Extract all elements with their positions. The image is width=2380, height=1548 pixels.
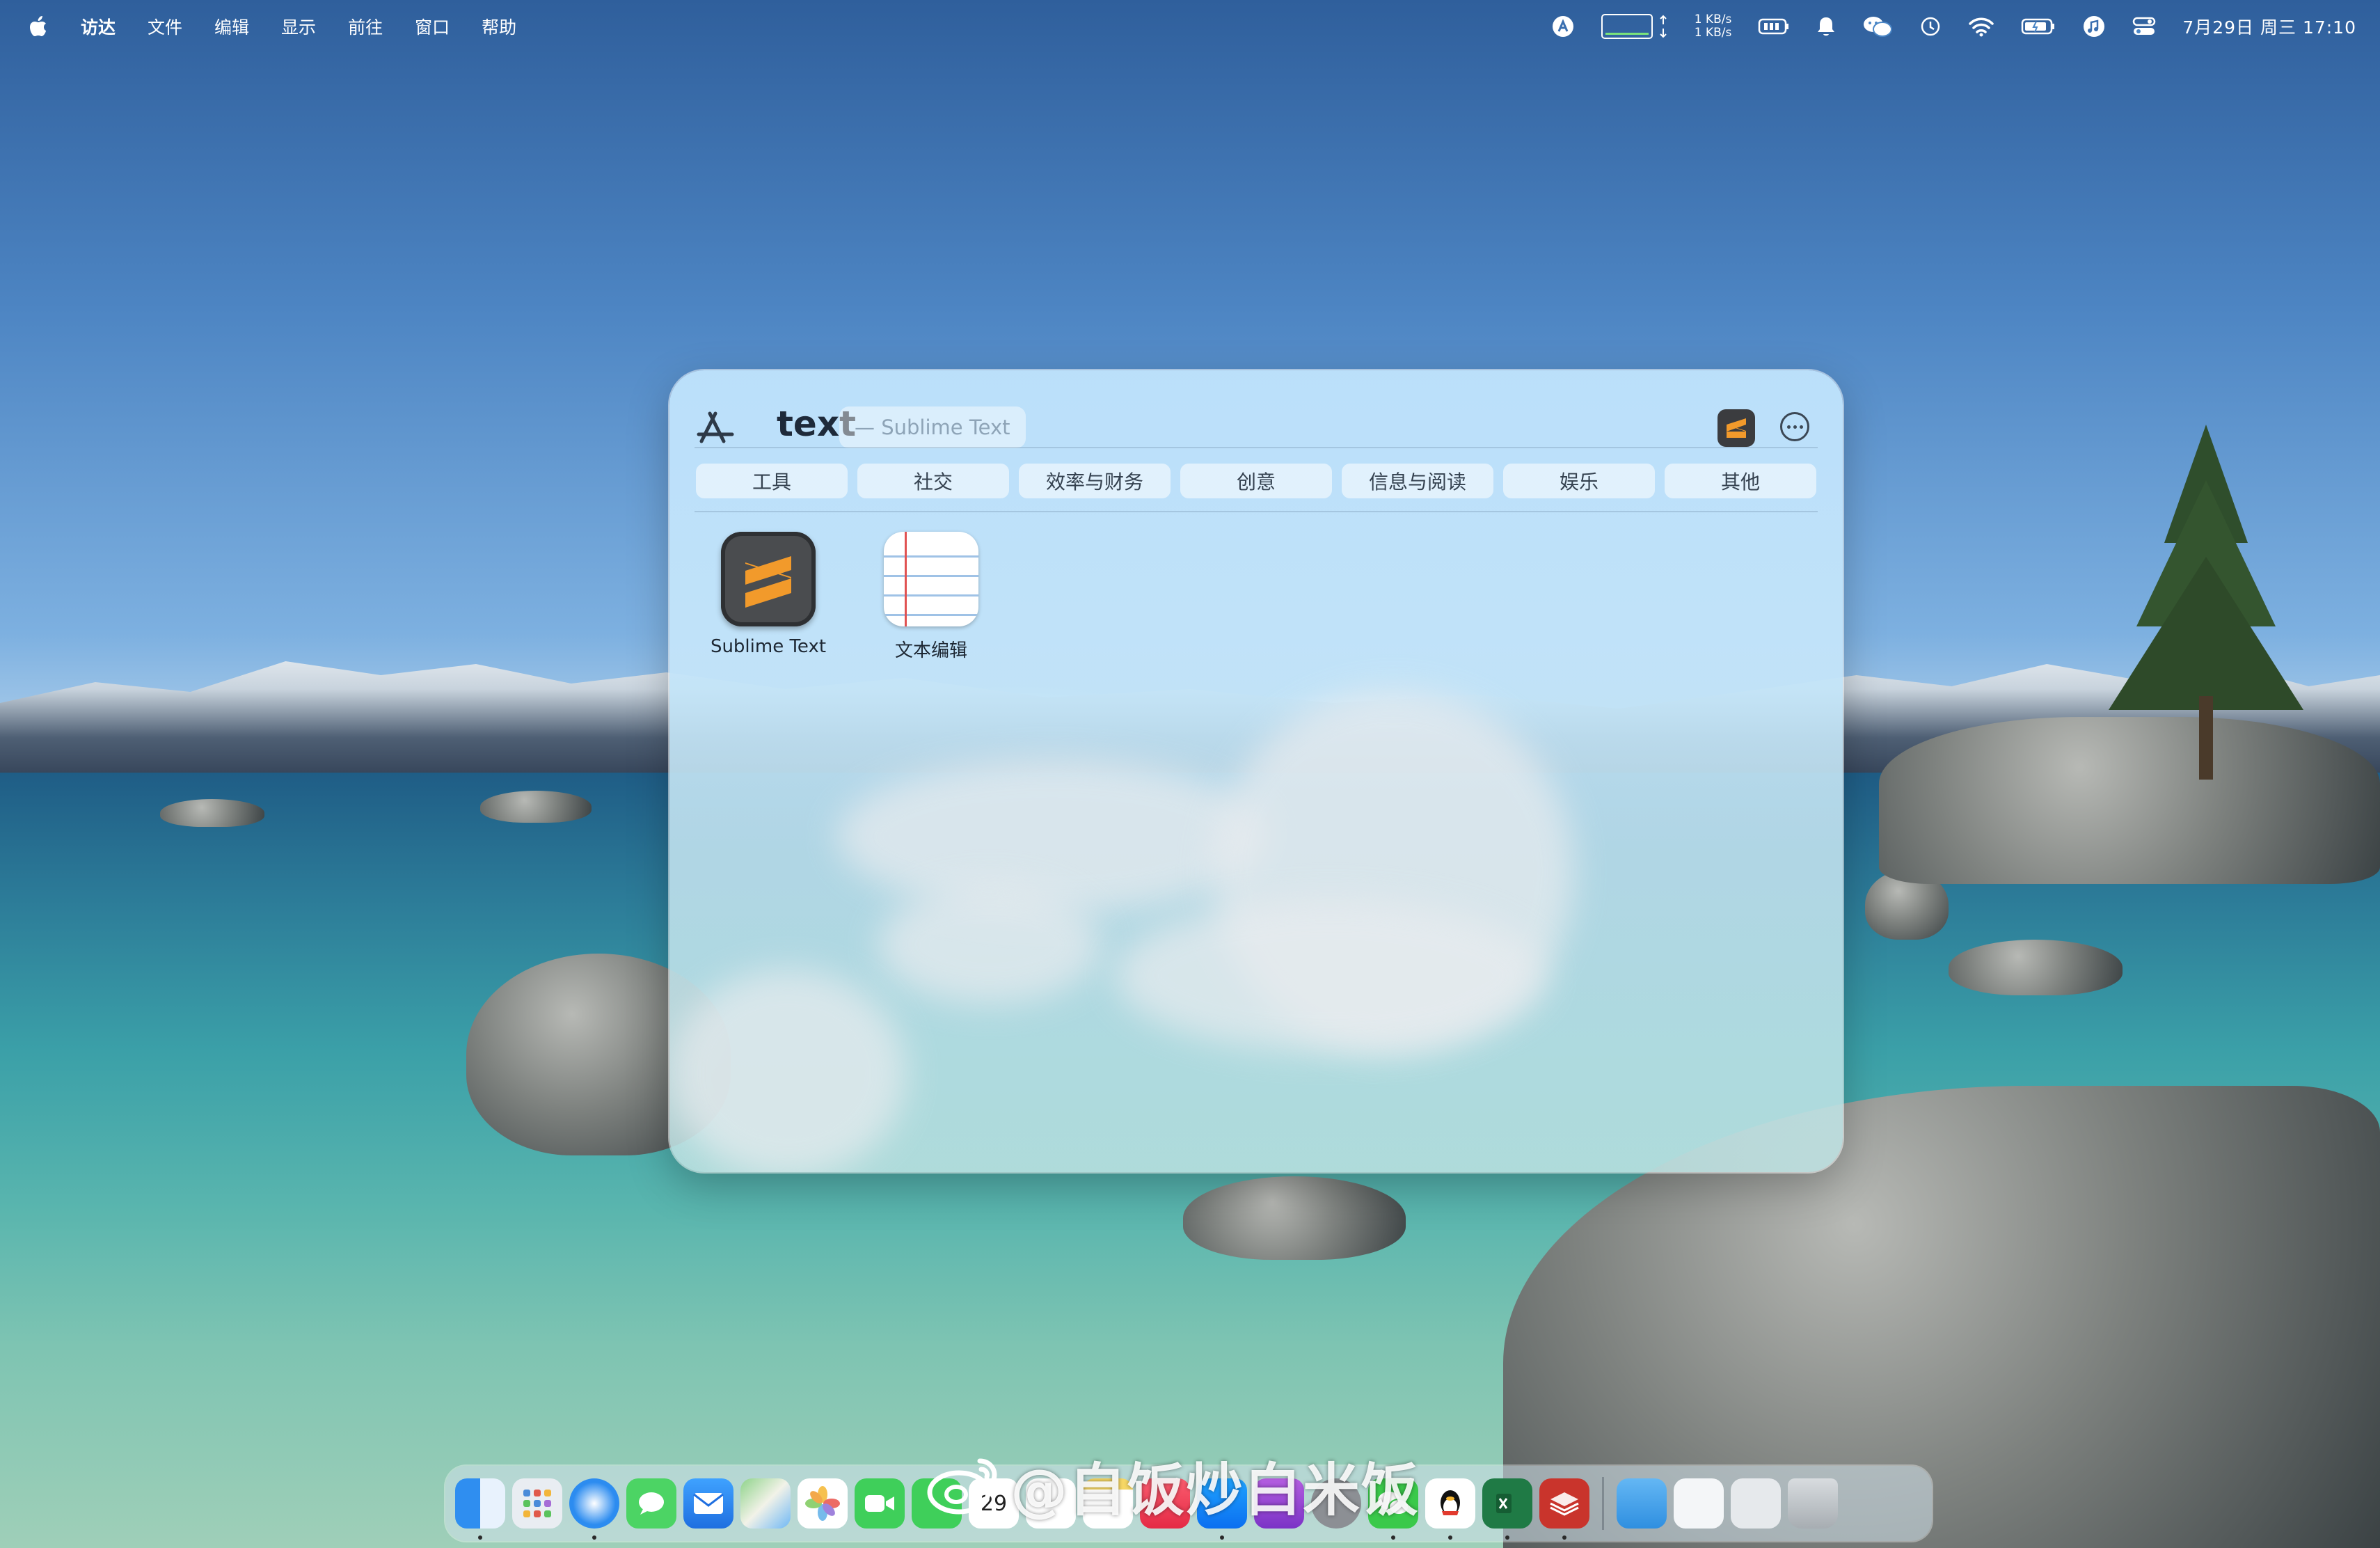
app-label: Sublime Text (710, 636, 827, 657)
launchpad-icon[interactable] (512, 1478, 562, 1529)
category-entertainment[interactable]: 娱乐 (1503, 464, 1655, 498)
menu-file[interactable]: 文件 (148, 14, 182, 39)
dock-separator (1602, 1477, 1604, 1530)
wechat-icon[interactable] (1862, 15, 1893, 38)
redis-desktop-icon[interactable] (1539, 1478, 1589, 1540)
excel-icon[interactable] (1482, 1478, 1532, 1540)
app-result-textedit[interactable]: 文本编辑 (867, 532, 995, 662)
app-store-a-icon[interactable] (1551, 15, 1575, 38)
watermark-text: @自饭炒白米饭 (1010, 1458, 1420, 1524)
maps-icon[interactable] (740, 1478, 791, 1529)
weibo-logo-icon (927, 1458, 997, 1514)
safari-icon[interactable] (569, 1478, 619, 1540)
category-other[interactable]: 其他 (1665, 464, 1816, 498)
category-divider (695, 511, 1818, 512)
screenshots-stack-icon[interactable] (1731, 1478, 1781, 1529)
search-suggestion[interactable]: — Sublime Text (839, 406, 1026, 448)
app-store-icon (695, 409, 736, 450)
category-productivity-finance[interactable]: 效率与财务 (1019, 464, 1171, 498)
apple-menu-icon[interactable] (28, 14, 49, 39)
launcher-header: text — Sublime Text (695, 388, 1818, 472)
app-results: Sublime Text 文本编辑 (704, 532, 995, 662)
header-divider (695, 447, 1818, 448)
wifi-icon[interactable] (1968, 16, 1994, 37)
menubar-clock[interactable]: 7月29日 周三 17:10 (2182, 14, 2356, 39)
document-stack-icon[interactable] (1674, 1478, 1724, 1529)
sublime-text-icon (721, 532, 816, 626)
sublime-text-icon[interactable] (1717, 409, 1755, 447)
menu-go[interactable]: 前往 (348, 14, 383, 39)
control-center-icon[interactable] (2132, 16, 2156, 37)
more-options-icon[interactable] (1780, 412, 1809, 441)
trash-icon[interactable] (1788, 1478, 1838, 1529)
finder-icon[interactable] (455, 1478, 505, 1540)
textedit-icon (884, 532, 978, 626)
upload-speed: 1 KB/s (1694, 13, 1732, 26)
menu-help[interactable]: 帮助 (482, 14, 516, 39)
app-label: 文本编辑 (894, 640, 967, 661)
facetime-icon[interactable] (855, 1478, 905, 1529)
menu-window[interactable]: 窗口 (415, 14, 450, 39)
category-tabs: 工具 社交 效率与财务 创意 信息与阅读 娱乐 其他 (696, 464, 1816, 498)
menu-view[interactable]: 显示 (281, 14, 316, 39)
qq-icon[interactable] (1425, 1478, 1475, 1540)
category-creative[interactable]: 创意 (1180, 464, 1332, 498)
download-speed: 1 KB/s (1694, 26, 1732, 40)
messages-icon[interactable] (626, 1478, 676, 1529)
downloads-folder-icon[interactable] (1617, 1478, 1667, 1529)
category-social[interactable]: 社交 (857, 464, 1009, 498)
active-app-menu[interactable]: 访达 (81, 14, 116, 39)
photos-icon[interactable] (798, 1478, 848, 1529)
activity-graph-icon[interactable] (1601, 14, 1668, 39)
menu-bar: 访达 文件 编辑 显示 前往 窗口 帮助 1 KB/s 1 KB/s 7月29日… (0, 0, 2380, 53)
bell-icon[interactable] (1816, 15, 1836, 38)
network-speed[interactable]: 1 KB/s 1 KB/s (1695, 13, 1732, 40)
category-info-reading[interactable]: 信息与阅读 (1342, 464, 1493, 498)
menu-edit[interactable]: 编辑 (214, 14, 249, 39)
battery-icon[interactable] (2021, 17, 2056, 35)
category-tools[interactable]: 工具 (696, 464, 848, 498)
app-result-sublime-text[interactable]: Sublime Text (704, 532, 832, 662)
mail-icon[interactable] (683, 1478, 733, 1529)
weibo-watermark: @自饭炒白米饭 (926, 1444, 1420, 1526)
music-icon[interactable] (2082, 15, 2106, 38)
app-launcher-panel: text — Sublime Text 工具 社交 效率与财务 创意 信息与阅读… (669, 370, 1843, 1172)
time-machine-icon[interactable] (1919, 15, 1942, 38)
search-suggestion-text: — Sublime Text (855, 416, 1010, 439)
battery-device-icon[interactable] (1758, 17, 1790, 35)
